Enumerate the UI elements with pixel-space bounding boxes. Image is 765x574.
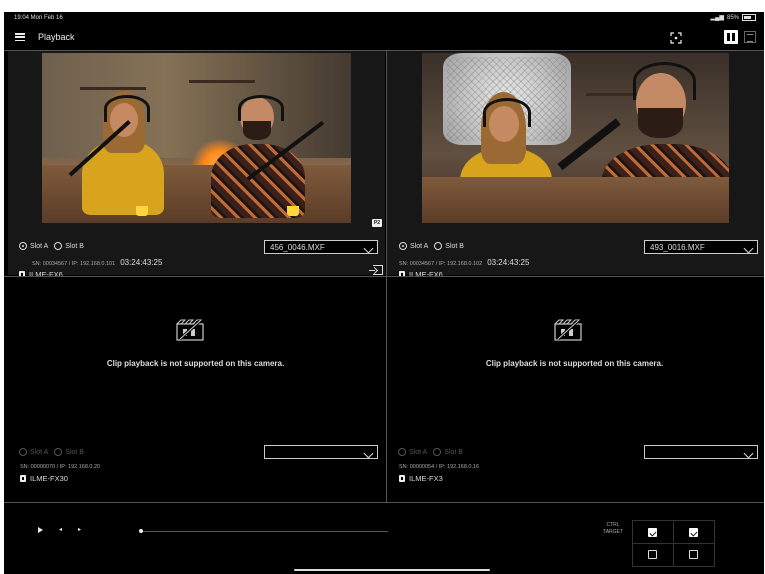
video-preview-fx6-b[interactable] <box>422 53 729 223</box>
slot-a-option: Slot A <box>19 448 48 456</box>
radio-icon <box>19 242 27 250</box>
panel-divider <box>4 50 764 51</box>
timecode: 03:24:43:25 <box>120 258 163 267</box>
ctrl-target-checkbox[interactable] <box>648 528 657 537</box>
radio-icon <box>399 242 407 250</box>
ctrl-target-grid <box>632 520 715 567</box>
chevron-down-icon <box>363 243 374 254</box>
ctrl-target-label: CTRL TARGET <box>603 522 623 535</box>
slot-a-option[interactable]: Slot A <box>399 242 428 250</box>
panel-divider <box>4 502 764 503</box>
radio-icon <box>398 448 406 456</box>
previous-frame-icon[interactable]: ◂ <box>59 526 62 533</box>
battery-icon <box>742 14 756 21</box>
radio-icon <box>433 448 442 456</box>
camera-info: SN: 00034567 / IP: 192.168.0.101 03:24:43… <box>32 258 163 267</box>
ctrl-target-checkbox[interactable] <box>648 550 657 559</box>
wifi-icon: ▂▄▆ <box>710 15 724 21</box>
play-icon[interactable] <box>38 526 43 533</box>
slot-a-option: Slot A <box>398 448 427 456</box>
hamburger-icon[interactable] <box>15 33 25 41</box>
clip-select[interactable]: 456_0046.MXF <box>264 240 378 254</box>
slot-selector: Slot A Slot B <box>19 448 84 456</box>
panel-divider <box>4 276 764 277</box>
chevron-down-icon <box>743 448 754 459</box>
slot-b-option: Slot B <box>433 448 463 456</box>
no-playback-icon <box>554 319 582 341</box>
camera-panel-fx30: Clip playback is not supported on this c… <box>8 277 385 501</box>
seek-bar[interactable] <box>139 529 388 533</box>
radio-icon <box>434 242 443 250</box>
status-indicators: ▂▄▆ 85% <box>710 14 756 21</box>
camera-info: SN: 00034567 / IP: 192.168.0.102 03:24:43… <box>399 258 530 267</box>
ctrl-target-checkbox[interactable] <box>689 550 698 559</box>
radio-icon <box>19 448 27 456</box>
page-title: Playback <box>38 32 75 42</box>
status-time: 19:04 Mon Feb 16 <box>14 15 63 21</box>
chevron-down-icon <box>743 243 754 254</box>
slot-b-option: Slot B <box>54 448 84 456</box>
chevron-down-icon <box>363 448 374 459</box>
home-indicator[interactable] <box>294 569 490 571</box>
unsupported-message: Clip playback is not supported on this c… <box>485 359 664 368</box>
radio-icon <box>54 242 63 250</box>
single-view-icon[interactable] <box>744 31 756 43</box>
camera-name: ILME-FX30 <box>20 474 68 483</box>
camera-panel-fx3: Clip playback is not supported on this c… <box>387 277 764 501</box>
clip-select[interactable] <box>264 445 378 459</box>
timecode: 03:24:43:25 <box>487 258 530 267</box>
slot-a-option[interactable]: Slot A <box>19 242 48 250</box>
camera-info: SN: 00000054 / IP: 192.168.0.16 <box>399 464 480 470</box>
radio-icon <box>54 448 63 456</box>
ctrl-target-checkbox[interactable] <box>689 528 698 537</box>
proxy-badge: P2 <box>372 219 382 227</box>
camera-icon <box>399 475 405 482</box>
camera-name: ILME-FX3 <box>399 474 443 483</box>
slot-b-option[interactable]: Slot B <box>434 242 464 250</box>
slot-selector: Slot A Slot B <box>19 242 84 250</box>
slot-selector: Slot A Slot B <box>398 448 463 456</box>
clip-select[interactable]: 493_0016.MXF <box>644 240 758 254</box>
clip-select[interactable] <box>644 445 758 459</box>
video-preview-fx6-a[interactable] <box>42 53 351 223</box>
camera-icon <box>20 475 26 482</box>
camera-info: SN: 00000070 / IP: 192.168.0.20 <box>20 464 101 470</box>
seek-thumb[interactable] <box>139 529 143 533</box>
grid-view-icon[interactable] <box>724 30 738 44</box>
no-playback-icon <box>176 319 204 341</box>
exit-icon[interactable] <box>369 265 383 275</box>
camera-panel-fx6-a: P2 Slot A Slot B 456_0046.MXF SN: 000345… <box>8 51 385 279</box>
ipad-screen: 19:04 Mon Feb 16 ▂▄▆ 85% Playback P2 Slo… <box>4 12 764 574</box>
slot-b-option[interactable]: Slot B <box>54 242 84 250</box>
camera-panel-fx6-b: Slot A Slot B 493_0016.MXF SN: 00034567 … <box>387 51 764 279</box>
unsupported-message: Clip playback is not supported on this c… <box>106 359 285 368</box>
next-frame-icon[interactable]: ▸ <box>78 526 81 533</box>
transport-controls: ◂ ▸ <box>38 526 81 533</box>
battery-percent: 85% <box>726 14 739 21</box>
slot-selector: Slot A Slot B <box>399 242 464 250</box>
fullscreen-icon[interactable] <box>670 32 682 44</box>
